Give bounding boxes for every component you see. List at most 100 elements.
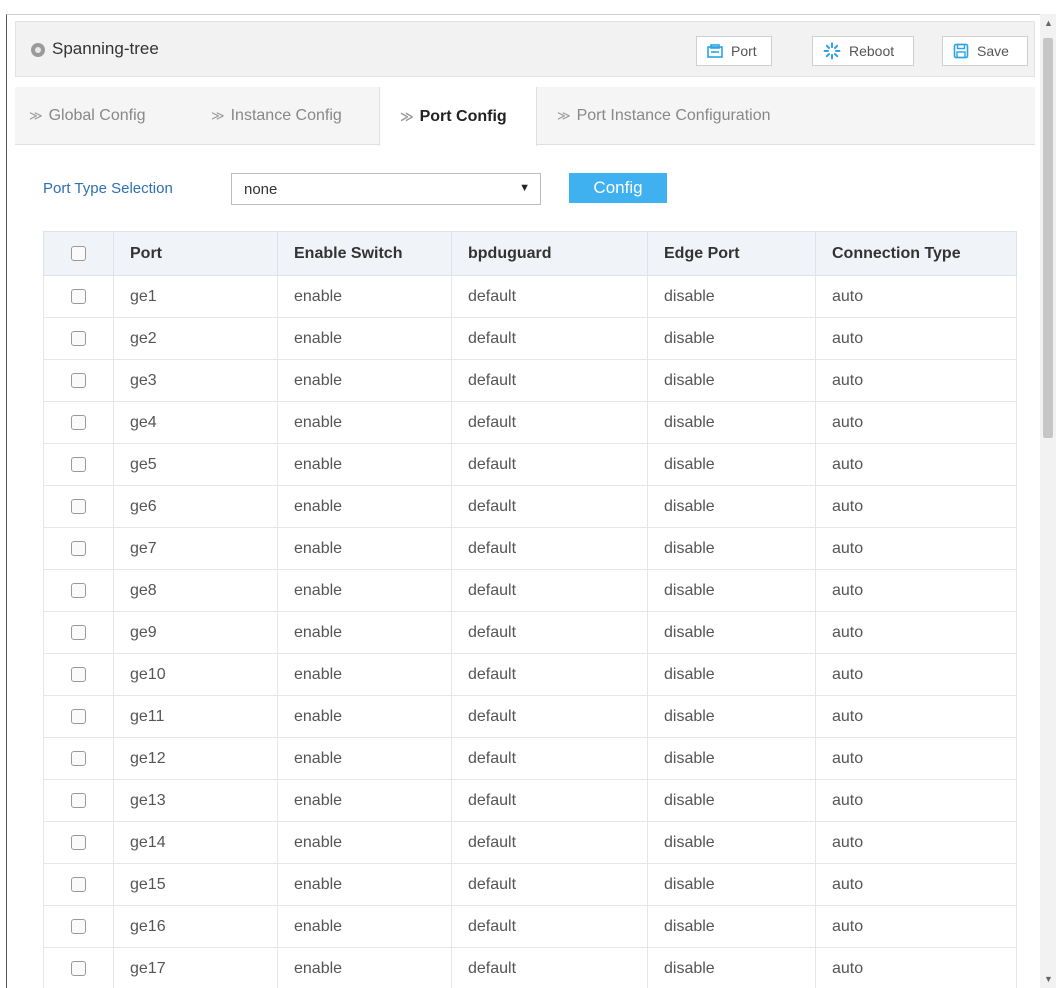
- save-button[interactable]: Save: [942, 36, 1028, 66]
- table-row[interactable]: ge14 enable default disable auto: [43, 821, 1017, 864]
- select-all-checkbox[interactable]: [70, 245, 86, 261]
- row-select-cell: [43, 443, 114, 486]
- cell-enable-switch: enable: [277, 569, 452, 612]
- cell-connection-type: auto: [815, 401, 1017, 444]
- table-row[interactable]: ge4 enable default disable auto: [43, 401, 1017, 444]
- cell-enable-switch: enable: [277, 401, 452, 444]
- cell-enable-switch: enable: [277, 527, 452, 570]
- row-checkbox[interactable]: [70, 540, 86, 556]
- row-checkbox[interactable]: [70, 414, 86, 430]
- row-checkbox[interactable]: [70, 876, 86, 892]
- row-select-cell: [43, 737, 114, 780]
- table-row[interactable]: ge11 enable default disable auto: [43, 695, 1017, 738]
- tab-port-config[interactable]: ≫ Port Config: [379, 87, 537, 146]
- table-row[interactable]: ge13 enable default disable auto: [43, 779, 1017, 822]
- tab-port-instance-configuration[interactable]: ≫ Port Instance Configuration: [545, 87, 845, 145]
- scrollbar-thumb[interactable]: [1043, 38, 1053, 438]
- row-checkbox[interactable]: [70, 498, 86, 514]
- chevron-right-icon: ≫: [400, 108, 414, 124]
- column-header-port[interactable]: Port: [113, 231, 278, 276]
- select-all-cell: [43, 231, 114, 276]
- scroll-up-icon[interactable]: ▲: [1044, 18, 1053, 28]
- cell-bpduguard: default: [451, 527, 648, 570]
- table-row[interactable]: ge17 enable default disable auto: [43, 947, 1017, 988]
- column-header-enable-switch[interactable]: Enable Switch: [277, 231, 452, 276]
- row-select-cell: [43, 317, 114, 360]
- cell-enable-switch: enable: [277, 317, 452, 360]
- cell-bpduguard: default: [451, 611, 648, 654]
- table-row[interactable]: ge16 enable default disable auto: [43, 905, 1017, 948]
- config-button[interactable]: Config: [569, 173, 667, 203]
- table-row[interactable]: ge15 enable default disable auto: [43, 863, 1017, 906]
- row-checkbox[interactable]: [70, 456, 86, 472]
- column-header-bpduguard[interactable]: bpduguard: [451, 231, 648, 276]
- cell-bpduguard: default: [451, 485, 648, 528]
- cell-bpduguard: default: [451, 737, 648, 780]
- cell-connection-type: auto: [815, 947, 1017, 988]
- cell-bpduguard: default: [451, 821, 648, 864]
- cell-connection-type: auto: [815, 485, 1017, 528]
- table-row[interactable]: ge8 enable default disable auto: [43, 569, 1017, 612]
- chevron-right-icon: ≫: [557, 108, 571, 123]
- cell-connection-type: auto: [815, 737, 1017, 780]
- cell-bpduguard: default: [451, 863, 648, 906]
- table-row[interactable]: ge6 enable default disable auto: [43, 485, 1017, 528]
- row-checkbox[interactable]: [70, 288, 86, 304]
- table-row[interactable]: ge7 enable default disable auto: [43, 527, 1017, 570]
- cell-edge-port: disable: [647, 359, 816, 402]
- table-row[interactable]: ge1 enable default disable auto: [43, 275, 1017, 318]
- row-checkbox[interactable]: [70, 330, 86, 346]
- table-row[interactable]: ge9 enable default disable auto: [43, 611, 1017, 654]
- cell-edge-port: disable: [647, 569, 816, 612]
- cell-enable-switch: enable: [277, 737, 452, 780]
- cell-connection-type: auto: [815, 527, 1017, 570]
- row-checkbox[interactable]: [70, 960, 86, 976]
- row-checkbox[interactable]: [70, 372, 86, 388]
- reboot-button-label: Reboot: [849, 43, 895, 59]
- row-checkbox[interactable]: [70, 750, 86, 766]
- cell-edge-port: disable: [647, 653, 816, 696]
- row-checkbox[interactable]: [70, 708, 86, 724]
- reboot-icon: [823, 42, 841, 60]
- vertical-scrollbar[interactable]: ▲ ▼: [1040, 14, 1056, 988]
- table-row[interactable]: ge12 enable default disable auto: [43, 737, 1017, 780]
- table-row[interactable]: ge2 enable default disable auto: [43, 317, 1017, 360]
- row-checkbox[interactable]: [70, 834, 86, 850]
- cell-bpduguard: default: [451, 401, 648, 444]
- cell-bpduguard: default: [451, 569, 648, 612]
- column-header-edge-port[interactable]: Edge Port: [647, 231, 816, 276]
- table-row[interactable]: ge3 enable default disable auto: [43, 359, 1017, 402]
- tab-label: Port Instance Configuration: [576, 107, 771, 124]
- cell-port: ge12: [113, 737, 278, 780]
- cell-edge-port: disable: [647, 947, 816, 988]
- cell-connection-type: auto: [815, 905, 1017, 948]
- cell-connection-type: auto: [815, 821, 1017, 864]
- circle-icon: [31, 43, 45, 57]
- chevron-right-icon: ≫: [29, 108, 43, 123]
- port-type-select[interactable]: none ▼: [231, 173, 541, 205]
- table-row[interactable]: ge5 enable default disable auto: [43, 443, 1017, 486]
- tab-instance-config[interactable]: ≫ Instance Config: [199, 87, 379, 145]
- row-checkbox[interactable]: [70, 624, 86, 640]
- chevron-right-icon: ≫: [211, 108, 225, 123]
- port-icon: [707, 44, 723, 58]
- cell-port: ge7: [113, 527, 278, 570]
- row-checkbox[interactable]: [70, 792, 86, 808]
- port-button[interactable]: Port: [696, 36, 772, 66]
- cell-port: ge5: [113, 443, 278, 486]
- cell-connection-type: auto: [815, 695, 1017, 738]
- column-header-connection-type[interactable]: Connection Type: [815, 231, 1017, 276]
- row-checkbox[interactable]: [70, 918, 86, 934]
- row-select-cell: [43, 947, 114, 988]
- table-row[interactable]: ge10 enable default disable auto: [43, 653, 1017, 696]
- tab-global-config[interactable]: ≫ Global Config: [17, 87, 197, 145]
- reboot-button[interactable]: Reboot: [812, 36, 914, 66]
- row-select-cell: [43, 569, 114, 612]
- scroll-down-icon[interactable]: ▼: [1044, 974, 1053, 984]
- row-select-cell: [43, 905, 114, 948]
- cell-edge-port: disable: [647, 863, 816, 906]
- row-checkbox[interactable]: [70, 582, 86, 598]
- cell-bpduguard: default: [451, 905, 648, 948]
- row-checkbox[interactable]: [70, 666, 86, 682]
- row-select-cell: [43, 359, 114, 402]
